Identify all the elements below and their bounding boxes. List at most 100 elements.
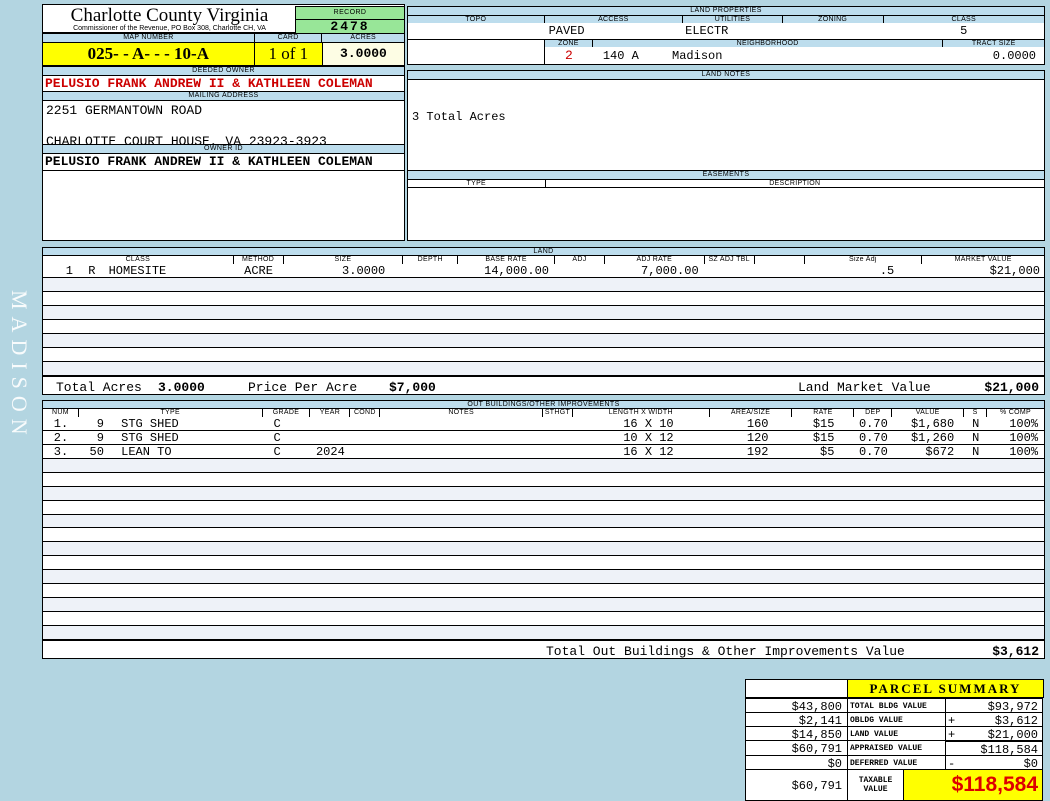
ob-col-notes: NOTES	[380, 409, 543, 417]
neighborhood-label: NEIGHBORHOOD	[592, 40, 944, 47]
deeded-owner-value: PELUSIO FRANK ANDREW II & KATHLEEN COLEM…	[42, 75, 405, 92]
ob-year: 2024	[315, 445, 345, 458]
ob-empty-row	[43, 473, 1044, 487]
neighborhood-code: 140 A	[602, 49, 639, 63]
ob-area-size: 192	[746, 445, 769, 458]
ob-year	[310, 417, 350, 430]
ob-year	[310, 431, 350, 444]
record-label: RECORD	[295, 6, 405, 20]
ob-col-cond: COND	[350, 409, 381, 417]
ps-label-obldg: OBLDG VALUE	[847, 712, 946, 727]
price-per-acre-label: Price Per Acre	[248, 380, 358, 395]
ob-rate: $15	[812, 417, 835, 430]
ps-value-obldg: + $3,612	[945, 712, 1043, 727]
ob-cond	[350, 431, 380, 444]
county-title: Charlotte County Virginia	[70, 5, 269, 26]
ob-col-s: S	[964, 409, 988, 417]
land-col-adj-rate: ADJ RATE	[605, 256, 705, 264]
zoning-value	[783, 23, 884, 39]
ob-col-pct-comp: % COMP	[1000, 409, 1032, 416]
ob-notes	[380, 445, 543, 458]
ob-length-width: 16 X 12	[623, 445, 674, 458]
ob-type-code: 50	[89, 445, 104, 458]
ob-col-area-size: AREA/SIZE	[710, 409, 793, 417]
ob-dep: 0.70	[858, 417, 888, 430]
ob-pct-comp: 100%	[1009, 417, 1039, 430]
ob-type-code: 9	[96, 431, 104, 444]
ps-value: $0	[1023, 757, 1038, 770]
land-row-sz-adj-tbl	[705, 264, 755, 277]
land-row-adj	[555, 264, 605, 277]
land-market-value-label: Land Market Value	[798, 380, 931, 395]
land-col-adj: ADJ	[555, 256, 605, 264]
land-col-blank	[755, 256, 805, 264]
ob-s: N	[972, 431, 980, 444]
ob-empty-row	[43, 584, 1044, 598]
ps-label-appraised: APPRAISED VALUE	[847, 740, 946, 756]
left-panel-filler	[42, 170, 405, 241]
ob-notes	[380, 431, 543, 444]
taxable-value-label: TAXABLE VALUE	[858, 776, 893, 794]
owner-id-value: PELUSIO FRANK ANDREW II & KATHLEEN COLEM…	[42, 153, 405, 171]
land-table-row: 1 R HOMESITE ACRE 3.0000 14,000.00 7,000…	[42, 264, 1045, 278]
topo-lower-box	[407, 39, 545, 65]
ps-prior-deferred: $0	[745, 755, 848, 770]
ps-prior-total-bldg: $43,800	[745, 698, 848, 713]
topo-value	[408, 23, 545, 39]
land-properties-value-row: PAVED ELECTR 5	[407, 23, 1045, 40]
ob-col-dep: DEP	[854, 409, 893, 417]
land-market-value-total: $21,000	[984, 380, 1039, 395]
ob-area-size: 120	[746, 431, 769, 444]
ps-prior-taxable: $60,791	[745, 769, 848, 801]
out-building-row: 1. 9 STG SHED C 16 X 10 160 $15 0.70 $1,…	[42, 417, 1045, 431]
record-box: RECORD 2478	[295, 6, 405, 36]
land-empty-row	[43, 320, 1044, 334]
ob-pct-comp: 100%	[1009, 445, 1039, 458]
class-label: CLASS	[883, 16, 1044, 23]
land-row-method: ACRE	[244, 264, 273, 277]
ob-value: $1,260	[910, 431, 955, 444]
tract-size-value: 0.0000	[992, 49, 1037, 63]
access-label: ACCESS	[544, 16, 684, 23]
land-empty-row	[43, 348, 1044, 362]
taxable-value: $118,584	[951, 773, 1038, 796]
acres-label: ACRES	[322, 34, 404, 42]
card-label: CARD	[254, 34, 323, 42]
land-row-num: 1	[65, 264, 73, 277]
ob-rate: $15	[812, 431, 835, 444]
parcel-summary-title: PARCEL SUMMARY	[847, 679, 1044, 698]
land-empty-row	[43, 306, 1044, 320]
out-buildings-total-row: Total Out Buildings & Other Improvements…	[42, 640, 1045, 659]
zoning-label: ZONING	[782, 16, 884, 23]
ob-pct-comp: 100%	[1009, 431, 1039, 444]
ps-value-appraised: $118,584	[945, 740, 1043, 756]
ob-empty-row	[43, 528, 1044, 543]
ob-col-length-width: LENGTH X WIDTH	[573, 409, 710, 417]
ob-empty-row	[43, 556, 1044, 571]
tract-size-label: TRACT SIZE	[943, 40, 1044, 47]
ps-value-deferred: - $0	[945, 755, 1043, 770]
total-acres-value: 3.0000	[158, 380, 205, 395]
out-buildings-total-value: $3,612	[992, 644, 1039, 659]
ob-dep: 0.70	[858, 431, 888, 444]
zone-value-row: 2 140 A Madison 0.0000	[544, 47, 1045, 65]
ps-label-total-bldg: TOTAL BLDG VALUE	[847, 698, 946, 713]
ob-length-width: 16 X 10	[623, 417, 674, 430]
card-value: 1 of 1	[253, 42, 323, 66]
land-empty-row	[43, 278, 1044, 292]
ob-notes	[380, 417, 543, 430]
ps-prior-obldg: $2,141	[745, 712, 848, 727]
ob-sthgt	[543, 417, 573, 430]
neighborhood-name: Madison	[672, 49, 723, 63]
land-row-adj-rate: 7,000.00	[641, 264, 699, 277]
land-row-market-value: $21,000	[989, 264, 1040, 277]
access-value: PAVED	[548, 24, 585, 38]
utilities-label: UTILITIES	[683, 16, 783, 23]
ob-col-num: NUM	[43, 409, 79, 417]
ps-prior-land: $14,850	[745, 726, 848, 741]
ps-prior-blank	[745, 679, 848, 698]
ob-cond	[350, 445, 380, 458]
ob-empty-row	[43, 612, 1044, 626]
parcel-summary: PARCEL SUMMARY $43,800 TOTAL BLDG VALUE …	[745, 679, 1047, 801]
ob-col-sthgt: STHGT	[543, 409, 573, 417]
